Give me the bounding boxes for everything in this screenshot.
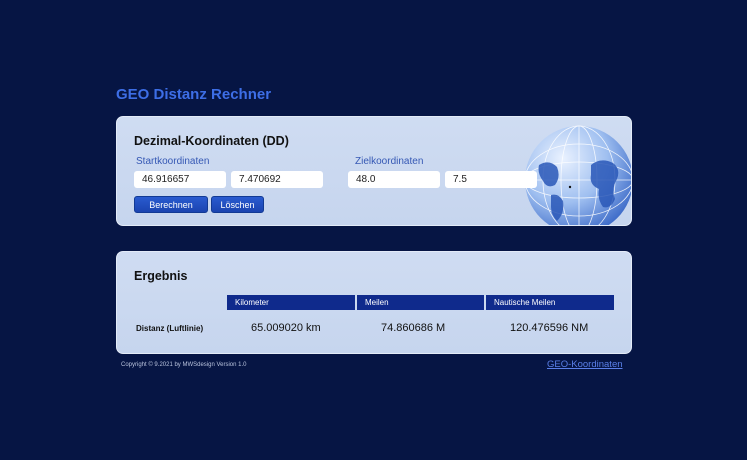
target-lat-input[interactable]: [348, 171, 440, 188]
page-title: GEO Distanz Rechner: [116, 86, 272, 103]
copyright-text: Copyright © 9.2021 by MWSdesign Version …: [121, 362, 247, 368]
distance-km-value: 65.009020 km: [251, 322, 321, 334]
coordinates-heading: Dezimal-Koordinaten (DD): [134, 134, 289, 148]
column-header-miles: Meilen: [357, 295, 484, 310]
distance-miles-value: 74.860686 M: [381, 322, 446, 334]
distance-row-label: Distanz (Luftlinie): [136, 324, 204, 333]
start-lon-input[interactable]: [231, 171, 323, 188]
target-lon-input[interactable]: [445, 171, 537, 188]
result-panel: Ergebnis Kilometer Meilen Nautische Meil…: [116, 251, 632, 354]
distance-nm-value: 120.476596 NM: [510, 322, 589, 334]
globe-icon: [524, 125, 631, 225]
column-header-km: Kilometer: [227, 295, 355, 310]
column-header-nautical-miles: Nautische Meilen: [486, 295, 614, 310]
start-lat-input[interactable]: [134, 171, 226, 188]
coordinates-panel: Dezimal-Koordinaten (DD) Startkoordinate…: [116, 116, 632, 226]
geo-coordinates-link[interactable]: GEO-Koordinaten: [547, 359, 623, 370]
result-heading: Ergebnis: [134, 269, 188, 283]
clear-button[interactable]: Löschen: [211, 196, 264, 213]
target-coordinates-label: Zielkoordinaten: [355, 156, 424, 167]
calculate-button[interactable]: Berechnen: [134, 196, 208, 213]
start-coordinates-label: Startkoordinaten: [136, 156, 210, 167]
